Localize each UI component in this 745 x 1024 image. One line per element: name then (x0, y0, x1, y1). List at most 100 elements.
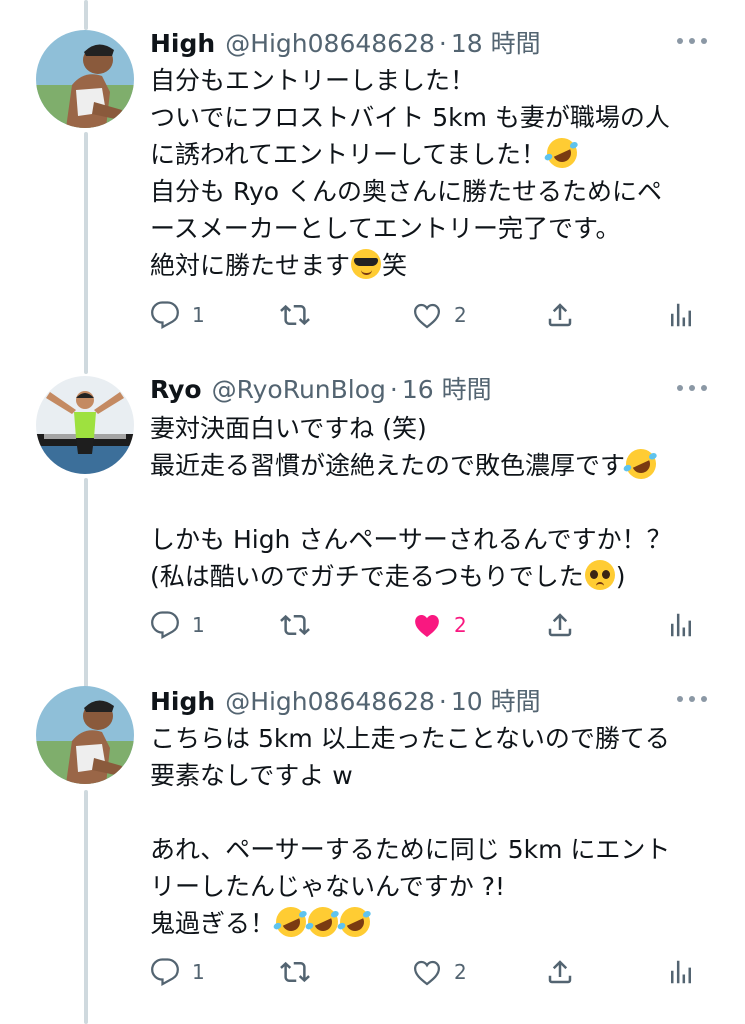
rolling-on-floor-laughing-emoji-icon (303, 902, 343, 942)
reply-button[interactable]: 1 (150, 608, 205, 642)
timestamp[interactable]: 10 時間 (451, 682, 541, 718)
display-name[interactable]: High (150, 29, 215, 58)
like-button[interactable]: 2 (412, 955, 467, 989)
heart-icon (412, 957, 442, 987)
share-button[interactable] (545, 608, 575, 642)
avatar[interactable] (36, 30, 134, 128)
retweet-button[interactable] (280, 298, 310, 332)
like-button[interactable]: 2 (412, 608, 467, 642)
reply-count: 1 (192, 960, 205, 984)
like-count: 2 (454, 303, 467, 327)
retweet-button[interactable] (280, 955, 310, 989)
reply-count: 1 (192, 613, 205, 637)
timestamp[interactable]: 18 時間 (451, 24, 541, 60)
tweet-text-line: しかも High さんペーサーされるんですか！？ (150, 521, 710, 558)
text-segment: あれ、ペーサーするために同じ 5km にエント (150, 835, 671, 864)
tweet-text-line: リーしたんじゃないんですか ?! (150, 868, 710, 905)
share-button[interactable] (545, 955, 575, 989)
tweet-text-line: 要素なしですよ w (150, 757, 710, 794)
rolling-on-floor-laughing-emoji-icon (335, 902, 375, 942)
tweet-text-line (150, 484, 710, 521)
pleading-face-emoji-icon (584, 560, 615, 590)
tweet-header: High @High08648628 · 10 時間 (150, 682, 541, 716)
share-upload-icon (545, 957, 575, 987)
tweet-text: 自分もエントリーしました！ ついでにフロストバイト 5km も妻が職場の人 に誘われ… (150, 62, 710, 284)
share-upload-icon (545, 610, 575, 640)
text-segment: ースメーカーとしてエントリー完了です。 (150, 214, 621, 243)
share-upload-icon (545, 300, 575, 330)
tweet-header: High @High08648628 · 18 時間 (150, 24, 541, 58)
user-handle[interactable]: @RyoRunBlog (212, 375, 386, 404)
display-name[interactable]: High (150, 687, 215, 716)
rolling-on-floor-laughing-emoji-icon (621, 444, 661, 484)
tweet-thread: High @High08648628 · 18 時間 自分もエントリーしました！… (0, 0, 745, 1024)
tweet-text: こちらは 5km 以上走ったことないので勝てる 要素なしですよ w あれ、ペーサーす… (150, 720, 710, 942)
text-segment: 妻対決面白いですね (笑) (150, 414, 427, 443)
heart-icon (412, 610, 442, 640)
more-options-icon[interactable] (677, 36, 707, 46)
reply-button[interactable]: 1 (150, 955, 205, 989)
tweet-text-line: 絶対に勝たせます 笑 (150, 247, 710, 284)
tweet-text-line: あれ、ペーサーするために同じ 5km にエント (150, 831, 710, 868)
user-handle[interactable]: @High08648628 (225, 29, 435, 58)
like-count: 2 (454, 613, 467, 637)
text-segment: 要素なしですよ w (150, 761, 353, 790)
thread-line-3 (84, 790, 88, 1024)
retweet-arrows-icon (280, 957, 310, 987)
analytics-button[interactable] (666, 608, 696, 642)
separator-dot: · (438, 687, 447, 716)
bar-chart-icon (666, 300, 696, 330)
avatar[interactable] (36, 376, 134, 474)
timestamp[interactable]: 16 時間 (402, 370, 492, 406)
more-options-icon[interactable] (677, 694, 707, 704)
bar-chart-icon (666, 957, 696, 987)
text-segment: ついでにフロストバイト 5km も妻が職場の人 (150, 103, 670, 132)
retweet-button[interactable] (280, 608, 310, 642)
text-segment: こちらは 5km 以上走ったことないので勝てる (150, 724, 670, 753)
text-segment: 最近走る習慣が途絶えたので敗色濃厚です (150, 451, 626, 480)
share-button[interactable] (545, 298, 575, 332)
thread-line-1 (84, 132, 88, 374)
speech-bubble-icon (150, 957, 180, 987)
thread-line-2 (84, 478, 88, 688)
tweet-actions: 12 (150, 298, 695, 332)
analytics-button[interactable] (666, 955, 696, 989)
text-segment: 自分も Ryo くんの奥さんに勝たせるためにペ (150, 177, 662, 206)
smiling-face-with-sunglasses-emoji-icon (351, 249, 382, 279)
tweet-actions: 12 (150, 608, 695, 642)
avatar[interactable] (36, 686, 134, 784)
tweet-text-line: ースメーカーとしてエントリー完了です。 (150, 210, 710, 247)
like-count: 2 (454, 960, 467, 984)
speech-bubble-icon (150, 300, 180, 330)
rolling-on-floor-laughing-emoji-icon (271, 902, 311, 942)
like-button[interactable]: 2 (412, 298, 467, 332)
heart-icon (412, 300, 442, 330)
analytics-button[interactable] (666, 298, 696, 332)
tweet-header: Ryo @RyoRunBlog · 16 時間 (150, 370, 492, 404)
tweet-text: 妻対決面白いですね (笑) 最近走る習慣が途絶えたので敗色濃厚ですしかも High… (150, 410, 710, 595)
thread-line-top (84, 0, 88, 30)
tweet-text-line: 自分も Ryo くんの奥さんに勝たせるためにペ (150, 173, 710, 210)
tweet-text-line (150, 794, 710, 831)
user-handle[interactable]: @High08648628 (225, 687, 435, 716)
tweet-text-line: 最近走る習慣が途絶えたので敗色濃厚です (150, 444, 710, 484)
speech-bubble-icon (150, 610, 180, 640)
text-segment: (私は酷いのでガチで走るつもりでした (150, 562, 584, 591)
more-options-icon[interactable] (677, 383, 707, 393)
text-segment: 絶対に勝たせます (150, 251, 351, 280)
rolling-on-floor-laughing-emoji-icon (542, 133, 582, 173)
retweet-arrows-icon (280, 610, 310, 640)
text-segment: しかも High さんペーサーされるんですか！？ (150, 525, 672, 554)
text-segment: 自分もエントリーしました！ (150, 66, 476, 95)
reply-count: 1 (192, 303, 205, 327)
display-name[interactable]: Ryo (150, 375, 202, 404)
tweet-text-line: 自分もエントリーしました！ (150, 62, 710, 99)
tweet-actions: 12 (150, 955, 695, 989)
tweet-text-line: ついでにフロストバイト 5km も妻が職場の人 (150, 99, 710, 136)
retweet-arrows-icon (280, 300, 310, 330)
reply-button[interactable]: 1 (150, 298, 205, 332)
bar-chart-icon (666, 610, 696, 640)
text-segment: 笑 (382, 251, 408, 280)
text-segment: に誘われてエントリーしてました！ (150, 140, 547, 169)
text-segment: ) (615, 562, 626, 591)
